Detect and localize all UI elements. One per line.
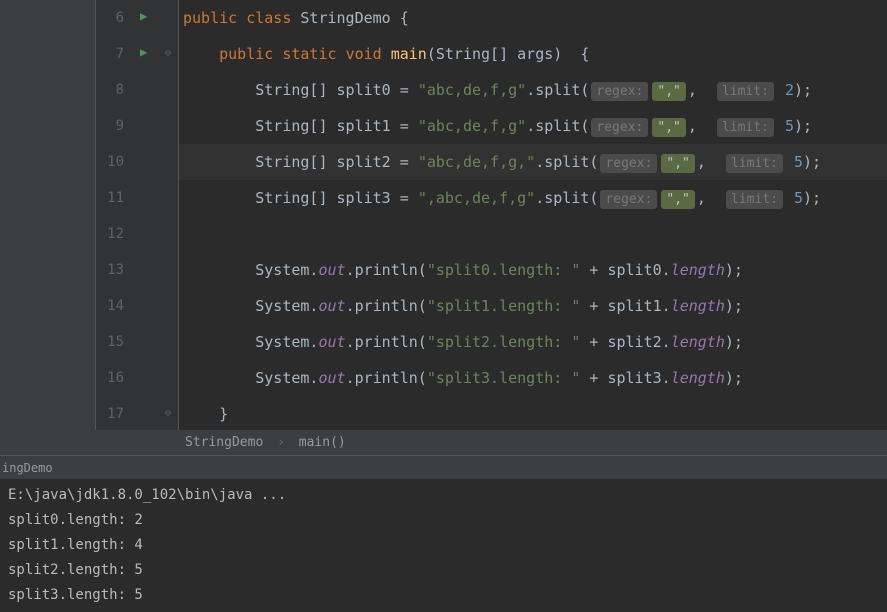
- chevron-right-icon: ›: [277, 435, 285, 450]
- fold-end-icon[interactable]: ⊖: [165, 408, 171, 419]
- console-command: E:\java\jdk1.8.0_102\bin\java ...: [8, 483, 879, 508]
- run-tab-label: ingDemo: [2, 461, 53, 475]
- line-number: 6: [96, 0, 124, 36]
- code-editor[interactable]: public class StringDemo { public static …: [179, 0, 887, 430]
- editor-area: 6 7 8 9 10 11 12 13 14 15 16 17 ▶ ▶ ⊖ ⊖ …: [0, 0, 887, 430]
- code-line: String[] split3 = ",abc,de,f,g".split(re…: [179, 180, 887, 216]
- code-line: String[] split1 = "abc,de,f,g".split(reg…: [179, 108, 887, 144]
- breadcrumb-method[interactable]: main(): [299, 435, 346, 450]
- param-hint: regex:: [600, 190, 657, 209]
- param-hint: regex:: [600, 154, 657, 173]
- line-number: 10: [96, 144, 124, 180]
- fold-gutter: ⊖ ⊖: [163, 0, 179, 430]
- console-line: split0.length: 2: [8, 508, 879, 533]
- line-number: 17: [96, 396, 124, 432]
- code-line: }: [179, 396, 887, 432]
- code-line-current: String[] split2 = "abc,de,f,g,".split(re…: [179, 144, 887, 180]
- param-hint: limit:: [726, 154, 783, 173]
- param-hint: limit:: [726, 190, 783, 209]
- run-method-icon[interactable]: ▶: [140, 45, 147, 59]
- line-number: 8: [96, 72, 124, 108]
- console-output[interactable]: E:\java\jdk1.8.0_102\bin\java ... split0…: [0, 479, 887, 612]
- line-number: 13: [96, 252, 124, 288]
- line-number: 7: [96, 36, 124, 72]
- param-hint-highlight: ",": [661, 190, 694, 209]
- param-hint: regex:: [591, 82, 648, 101]
- param-hint: limit:: [717, 82, 774, 101]
- run-class-icon[interactable]: ▶: [140, 9, 147, 23]
- line-number: 12: [96, 216, 124, 252]
- fold-icon[interactable]: ⊖: [165, 48, 171, 59]
- param-hint: regex:: [591, 118, 648, 137]
- console-line: split1.length: 4: [8, 533, 879, 558]
- param-hint-highlight: ",": [652, 82, 685, 101]
- line-number: 9: [96, 108, 124, 144]
- run-tab-header[interactable]: ingDemo: [0, 455, 887, 479]
- line-number: 14: [96, 288, 124, 324]
- run-gutter: ▶ ▶: [134, 0, 163, 430]
- line-number: 15: [96, 324, 124, 360]
- param-hint-highlight: ",": [661, 154, 694, 173]
- line-number: 11: [96, 180, 124, 216]
- console-line: split3.length: 5: [8, 583, 879, 608]
- breadcrumb[interactable]: StringDemo › main(): [0, 430, 887, 455]
- line-number: 16: [96, 360, 124, 396]
- code-line: [179, 216, 887, 252]
- code-line: System.out.println("split2.length: " + s…: [179, 324, 887, 360]
- code-line: public class StringDemo {: [179, 0, 887, 36]
- code-line: public static void main(String[] args) {: [179, 36, 887, 72]
- breadcrumb-class[interactable]: StringDemo: [185, 435, 263, 450]
- code-line: String[] split0 = "abc,de,f,g".split(reg…: [179, 72, 887, 108]
- project-panel: [0, 0, 96, 430]
- line-number-gutter[interactable]: 6 7 8 9 10 11 12 13 14 15 16 17: [96, 0, 134, 430]
- param-hint: limit:: [717, 118, 774, 137]
- code-line: System.out.println("split1.length: " + s…: [179, 288, 887, 324]
- param-hint-highlight: ",": [652, 118, 685, 137]
- console-line: split2.length: 5: [8, 558, 879, 583]
- code-line: System.out.println("split3.length: " + s…: [179, 360, 887, 396]
- code-line: System.out.println("split0.length: " + s…: [179, 252, 887, 288]
